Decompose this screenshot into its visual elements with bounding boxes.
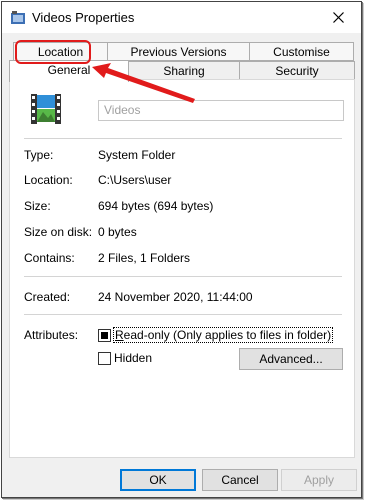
close-icon bbox=[332, 12, 344, 23]
size-label: Size: bbox=[24, 199, 51, 213]
attributes-label: Attributes: bbox=[24, 328, 79, 342]
close-button[interactable] bbox=[315, 2, 361, 33]
size-value: 694 bytes (694 bytes) bbox=[98, 199, 214, 213]
location-value: C:\Users\user bbox=[98, 173, 172, 187]
hidden-checkbox[interactable] bbox=[98, 352, 111, 365]
title-bar: Videos Properties bbox=[2, 2, 361, 33]
folder-icon bbox=[11, 11, 25, 24]
created-label: Created: bbox=[24, 290, 71, 304]
ok-button[interactable]: OK bbox=[120, 469, 196, 491]
readonly-label-text: ead-only (Only applies to files in folde… bbox=[123, 328, 332, 342]
properties-dialog: Videos Properties Location Previous Vers… bbox=[1, 1, 362, 498]
advanced-button[interactable]: Advanced... bbox=[239, 348, 343, 370]
highlight-box bbox=[15, 40, 91, 64]
size-on-disk-label: Size on disk: bbox=[24, 225, 93, 239]
video-folder-icon bbox=[31, 94, 61, 124]
readonly-label[interactable]: Read-only (Only applies to files in fold… bbox=[112, 327, 334, 343]
separator bbox=[24, 276, 342, 277]
cancel-button[interactable]: Cancel bbox=[202, 469, 278, 491]
type-label: Type: bbox=[24, 148, 54, 162]
readonly-checkbox[interactable] bbox=[98, 329, 111, 342]
general-panel: Videos Type: System Folder Location: C:\… bbox=[9, 79, 355, 458]
contains-value: 2 Files, 1 Folders bbox=[98, 251, 191, 265]
type-value: System Folder bbox=[98, 148, 176, 162]
hidden-label[interactable]: Hidden bbox=[114, 351, 152, 365]
location-label: Location: bbox=[24, 173, 73, 187]
separator bbox=[24, 138, 342, 139]
readonly-label-underline: R bbox=[115, 328, 124, 342]
window-title: Videos Properties bbox=[32, 10, 135, 25]
created-value: 24 November 2020, 11:44:00 bbox=[98, 290, 253, 304]
apply-button[interactable]: Apply bbox=[281, 469, 357, 491]
arrow-icon bbox=[92, 63, 195, 103]
contains-label: Contains: bbox=[24, 251, 75, 265]
separator bbox=[24, 314, 342, 315]
tab-security[interactable]: Security bbox=[239, 61, 355, 80]
size-on-disk-value: 0 bytes bbox=[98, 225, 137, 239]
tab-customise[interactable]: Customise bbox=[249, 42, 354, 61]
